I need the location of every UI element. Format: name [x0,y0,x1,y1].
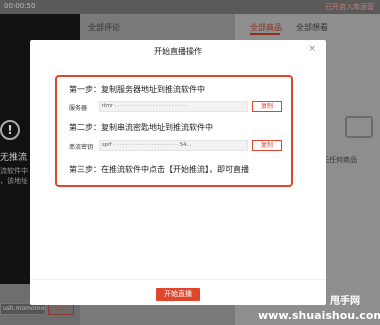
stream-key-label: 串流密钥 [69,144,94,151]
watermark-logo-text: 甩手网 [330,296,360,307]
close-icon[interactable]: × [308,44,316,54]
live-timer: 00:00:50 [4,2,36,10]
step2-text: 第二步：复制串流密匙地址到推流软件中 [69,123,213,132]
watermark-url: www.shuaishou.com [258,309,380,322]
dialog-title: 开始直播操作 [154,47,202,56]
stream-key-field[interactable]: sprf · · · · · · · · · · · · · · · · · ·… [99,140,248,151]
server-address-field[interactable]: rtmr · · · · · · · · · · · · · · · · · ·… [99,101,248,112]
step1-text: 第一步：复制服务器地址到推流软件中 [69,85,205,94]
alert-icon: ! [0,120,20,140]
tab-all-wishlist[interactable]: 全部想看 [296,22,328,33]
no-stream-hint-line1: 流软件中 [0,167,28,175]
top-bar [0,0,380,14]
copy-server-button[interactable]: 复制 [252,101,282,112]
step3-text: 第三步：在推流软件中点击【开始推流】，即可直播 [69,165,249,174]
empty-box-icon [345,116,373,138]
empty-products-text: 无任何商品 [322,156,357,164]
top-right-status: 已开启入库运营 [325,3,374,11]
server-label: 服务器 [69,105,88,112]
tab-all-products[interactable]: 全部商品 [250,22,282,33]
steps-box: 第一步：复制服务器地址到推流软件中 服务器 rtmr · · · · · · ·… [55,75,293,187]
copy-stream-key-button[interactable]: 复制 [252,140,282,151]
start-live-dialog: 开始直播操作 × 第一步：复制服务器地址到推流软件中 服务器 rtmr · · … [30,40,326,305]
no-stream-hint-line2: ，该地址 [0,177,28,185]
dialog-footer-divider [30,279,326,280]
active-tab-indicator [250,33,280,35]
no-stream-title: 无推流 [0,153,28,163]
comments-header: 全部评论 [88,23,120,32]
start-live-button[interactable]: 开始直播 [156,288,200,301]
